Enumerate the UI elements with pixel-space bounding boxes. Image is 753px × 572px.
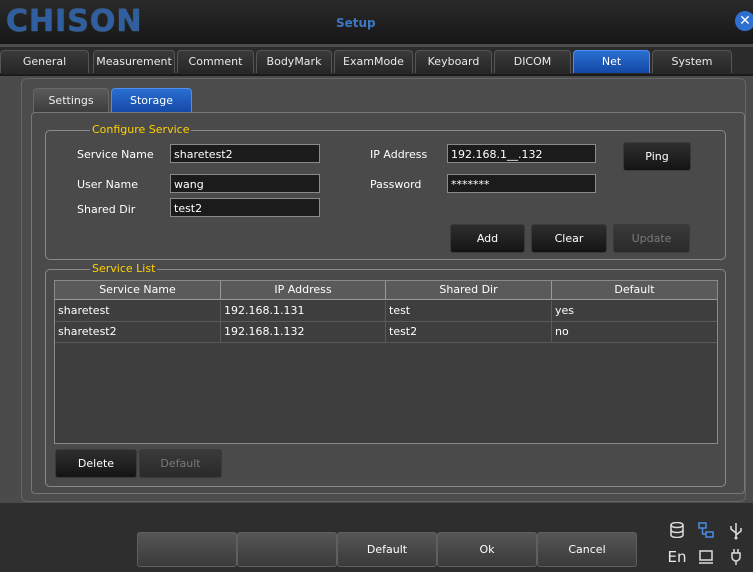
- default-button[interactable]: Default: [337, 532, 437, 567]
- tab-keyboard[interactable]: Keyboard: [415, 50, 492, 73]
- cell-shared-dir: test: [386, 301, 552, 321]
- subtab-storage[interactable]: Storage: [111, 88, 192, 113]
- cell-service-name: sharetest2: [55, 322, 221, 342]
- table-row[interactable]: sharetest2 192.168.1.132 test2 no: [55, 322, 717, 343]
- shared-dir-label: Shared Dir: [77, 203, 136, 216]
- main-tabs: General Measurement Comment BodyMark Exa…: [0, 47, 753, 76]
- database-icon: [667, 521, 687, 542]
- ok-button[interactable]: Ok: [437, 532, 537, 567]
- tab-measurement[interactable]: Measurement: [93, 50, 175, 73]
- table-header: Service Name IP Address Shared Dir Defau…: [55, 281, 717, 300]
- network-icon: [696, 522, 716, 542]
- brand-logo: CHISON: [6, 4, 143, 39]
- tab-general[interactable]: General: [0, 50, 89, 73]
- service-name-field[interactable]: sharetest2: [170, 144, 320, 163]
- window-title: Setup: [336, 16, 376, 30]
- service-list-title: Service List: [90, 262, 158, 275]
- title-bar: CHISON Setup ✕: [0, 0, 753, 44]
- add-button[interactable]: Add: [450, 224, 525, 253]
- cell-default: yes: [555, 304, 575, 317]
- service-name-label: Service Name: [77, 148, 154, 161]
- cell-service-name: sharetest: [55, 301, 221, 321]
- shared-dir-field[interactable]: test2: [170, 198, 320, 217]
- tab-exammode[interactable]: ExamMode: [334, 50, 413, 73]
- clear-button[interactable]: Clear: [531, 224, 607, 253]
- ip-address-label: IP Address: [370, 148, 428, 161]
- subtab-settings[interactable]: Settings: [33, 88, 109, 113]
- service-table: Service Name IP Address Shared Dir Defau…: [54, 280, 718, 444]
- tab-bodymark[interactable]: BodyMark: [256, 50, 332, 73]
- empty-button-2[interactable]: [237, 532, 337, 567]
- user-name-label: User Name: [77, 178, 139, 191]
- column-shared-dir[interactable]: Shared Dir: [386, 281, 552, 299]
- printer-icon: [726, 548, 746, 570]
- ip-address-field[interactable]: 192.168.1__.132: [447, 144, 596, 163]
- close-icon[interactable]: ✕: [735, 11, 753, 31]
- ping-button[interactable]: Ping: [623, 142, 691, 171]
- cell-ip-address: 192.168.1.131: [221, 301, 386, 321]
- delete-button[interactable]: Delete: [55, 449, 137, 478]
- cell-ip-address: 192.168.1.132: [221, 322, 386, 342]
- tab-comment[interactable]: Comment: [177, 50, 254, 73]
- empty-button-1[interactable]: [137, 532, 237, 567]
- update-button[interactable]: Update: [613, 224, 690, 253]
- tab-system[interactable]: System: [652, 50, 732, 73]
- column-default[interactable]: Default: [552, 281, 717, 299]
- column-service-name[interactable]: Service Name: [55, 281, 221, 299]
- set-default-button[interactable]: Default: [139, 449, 222, 478]
- cancel-button[interactable]: Cancel: [537, 532, 637, 567]
- usb-icon: [726, 522, 746, 544]
- table-row[interactable]: sharetest 192.168.1.131 test yes: [55, 301, 717, 322]
- user-name-field[interactable]: wang: [170, 174, 320, 193]
- display-icon: [696, 549, 716, 569]
- tab-net[interactable]: Net: [573, 50, 650, 73]
- cell-shared-dir: test2: [386, 322, 552, 342]
- tab-dicom[interactable]: DICOM: [494, 50, 571, 73]
- password-field[interactable]: *******: [447, 174, 596, 193]
- password-label: Password: [370, 178, 422, 191]
- column-ip-address[interactable]: IP Address: [221, 281, 386, 299]
- language-indicator: En: [667, 548, 687, 566]
- configure-service-title: Configure Service: [90, 123, 192, 136]
- cell-default: no: [555, 325, 569, 338]
